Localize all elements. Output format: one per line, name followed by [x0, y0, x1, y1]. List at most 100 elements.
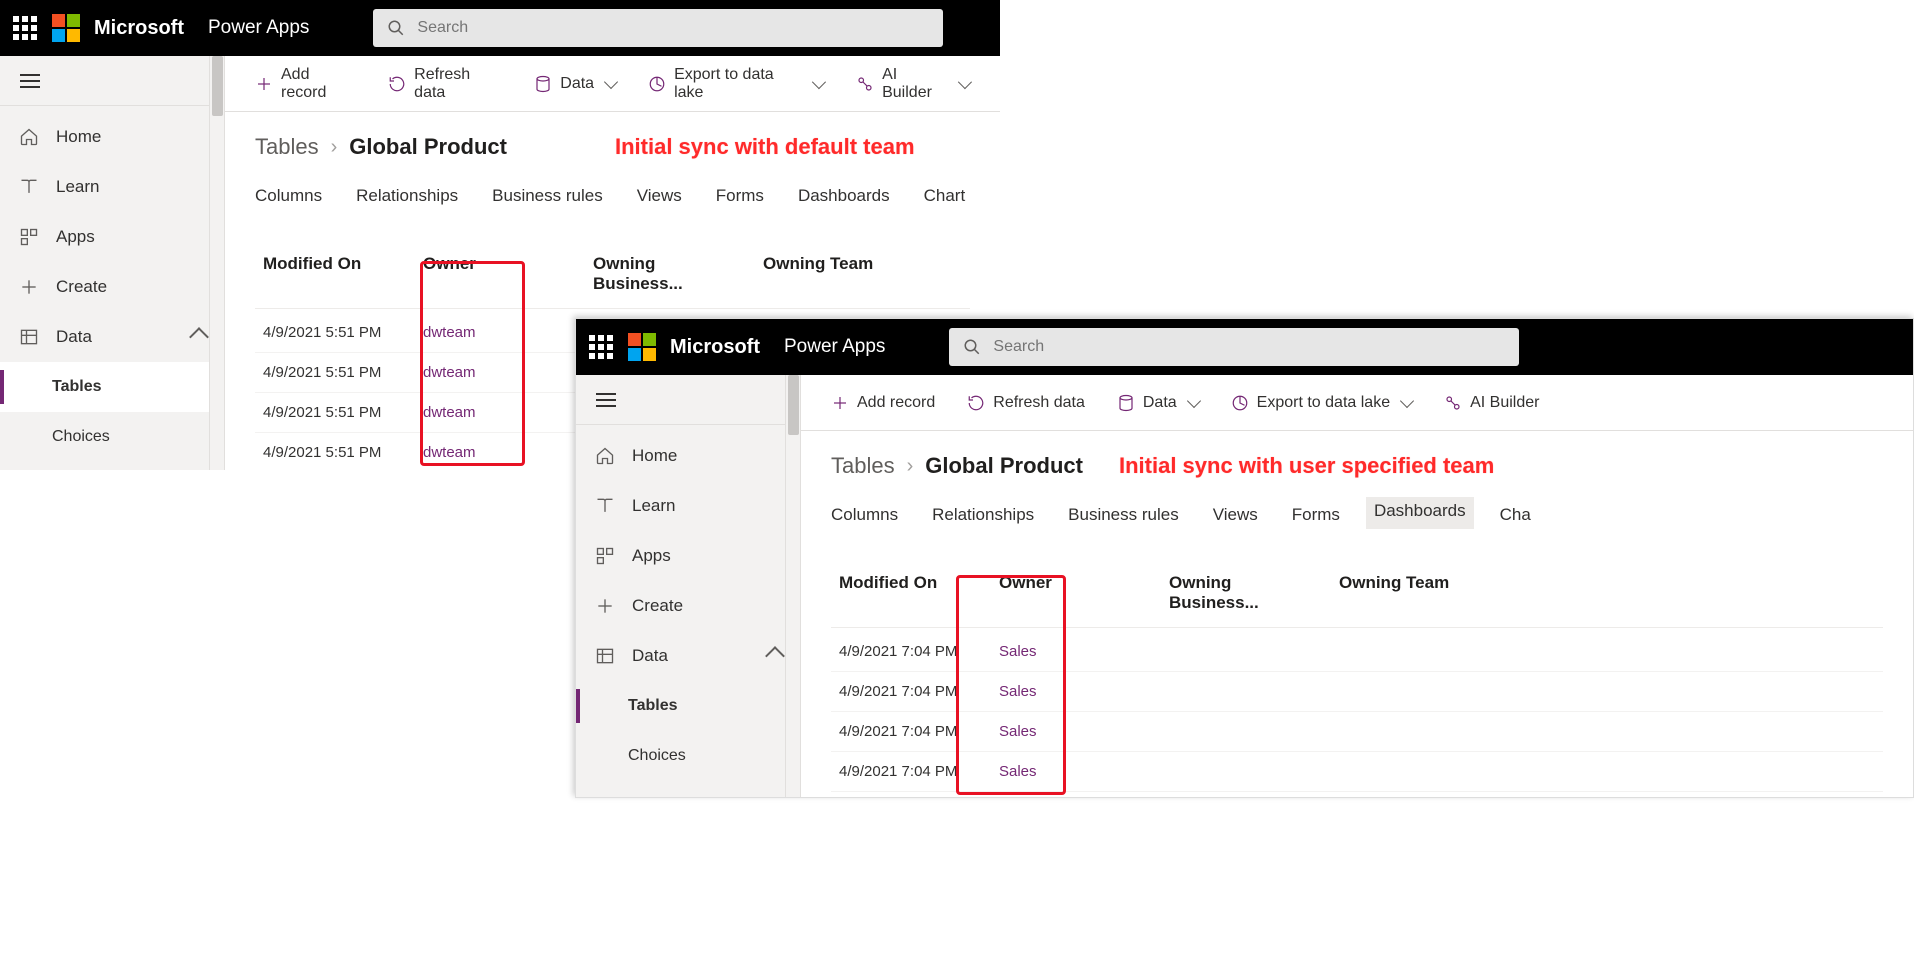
search-input[interactable] — [417, 19, 929, 37]
sidebar-item-label: Choices — [628, 747, 686, 765]
tab-forms[interactable]: Forms — [1292, 501, 1340, 529]
cmd-label: AI Builder — [1470, 394, 1539, 412]
tab-chart-truncated[interactable]: Cha — [1500, 501, 1531, 529]
ai-builder-dropdown[interactable]: AI Builder — [1432, 388, 1551, 418]
tab-forms[interactable]: Forms — [716, 182, 764, 210]
ai-builder-dropdown[interactable]: AI Builder — [844, 60, 982, 108]
search-input[interactable] — [993, 338, 1505, 356]
tab-business-rules[interactable]: Business rules — [492, 182, 603, 210]
tab-views[interactable]: Views — [1213, 501, 1258, 529]
refresh-data-button[interactable]: Refresh data — [376, 60, 514, 108]
cell-owner-link[interactable]: dwteam — [415, 440, 525, 465]
table-row[interactable]: 4/9/2021 7:04 PMSales — [831, 712, 1883, 752]
export-icon — [1231, 394, 1249, 412]
app-name-label: Power Apps — [784, 336, 885, 358]
refresh-data-button[interactable]: Refresh data — [955, 388, 1097, 418]
sidebar-item-tables[interactable]: Tables — [576, 681, 800, 731]
tab-relationships[interactable]: Relationships — [932, 501, 1034, 529]
tab-views[interactable]: Views — [637, 182, 682, 210]
cell-modified-on: 4/9/2021 5:51 PM — [255, 400, 415, 425]
tab-columns[interactable]: Columns — [831, 501, 898, 529]
tab-chart[interactable]: Chart — [924, 182, 966, 210]
sidebar: Home Learn Apps — [0, 56, 225, 470]
add-record-button[interactable]: Add record — [243, 60, 368, 108]
app-launcher-icon[interactable] — [12, 15, 38, 41]
table-icon — [594, 645, 616, 667]
cell-owner-link[interactable]: Sales — [991, 679, 1101, 704]
sidebar-item-label: Learn — [56, 177, 99, 197]
cell-modified-on: 4/9/2021 5:51 PM — [255, 360, 415, 385]
cell-owner-link[interactable]: Sales — [991, 759, 1101, 784]
sidebar-item-learn[interactable]: Learn — [0, 162, 224, 212]
sidebar: Home Learn Apps Create Data — [576, 375, 801, 797]
col-owning-team[interactable]: Owning Team — [1331, 569, 1461, 617]
breadcrumb-root[interactable]: Tables — [255, 134, 319, 160]
cmd-label: Refresh data — [993, 394, 1085, 412]
sidebar-scrollbar[interactable] — [785, 375, 800, 797]
sidebar-item-choices[interactable]: Choices — [576, 731, 800, 781]
cmd-label: AI Builder — [882, 66, 948, 102]
cell-owner-link[interactable]: Sales — [991, 719, 1101, 744]
sidebar-toggle[interactable] — [0, 56, 224, 106]
sidebar-item-label: Choices — [52, 428, 110, 446]
export-icon — [648, 75, 666, 93]
cell-owner-link[interactable]: Sales — [991, 639, 1101, 664]
tab-relationships[interactable]: Relationships — [356, 182, 458, 210]
data-dropdown[interactable]: Data — [522, 69, 628, 99]
home-icon — [18, 126, 40, 148]
col-owner[interactable]: Owner — [415, 250, 525, 298]
sidebar-toggle[interactable] — [576, 375, 800, 425]
plus-icon — [18, 276, 40, 298]
col-owning-bu[interactable]: Owning Business... — [1161, 569, 1331, 617]
command-bar: Add record Refresh data Data Export to d… — [801, 375, 1913, 431]
cell-owner-link[interactable]: dwteam — [415, 400, 525, 425]
data-dropdown[interactable]: Data — [1105, 388, 1211, 418]
table-row[interactable]: 4/9/2021 7:04 PMSales — [831, 672, 1883, 712]
sidebar-item-create[interactable]: Create — [0, 262, 224, 312]
col-owning-bu[interactable]: Owning Business... — [585, 250, 755, 298]
microsoft-logo-icon — [52, 14, 80, 42]
sidebar-item-data[interactable]: Data — [576, 631, 800, 681]
annotation-default-team: Initial sync with default team — [615, 134, 915, 160]
search-box[interactable] — [373, 9, 943, 47]
tab-columns[interactable]: Columns — [255, 182, 322, 210]
chevron-down-icon — [812, 75, 826, 89]
cell-owner-link[interactable]: dwteam — [415, 360, 525, 385]
sidebar-item-label: Tables — [52, 378, 102, 396]
export-dropdown[interactable]: Export to data lake — [1219, 388, 1424, 418]
tab-dashboards[interactable]: Dashboards — [1366, 497, 1474, 529]
plus-icon — [831, 394, 849, 412]
sidebar-item-home[interactable]: Home — [0, 112, 224, 162]
search-box[interactable] — [949, 328, 1519, 366]
sidebar-scrollbar[interactable] — [209, 56, 224, 470]
tab-dashboards[interactable]: Dashboards — [798, 182, 890, 210]
export-dropdown[interactable]: Export to data lake — [636, 60, 836, 108]
sidebar-item-choices[interactable]: Choices — [0, 412, 224, 462]
col-owner[interactable]: Owner — [991, 569, 1101, 617]
sidebar-item-data[interactable]: Data — [0, 312, 224, 362]
table-row[interactable]: 4/9/2021 7:04 PMSales — [831, 632, 1883, 672]
sidebar-item-apps[interactable]: Apps — [0, 212, 224, 262]
sidebar-item-apps[interactable]: Apps — [576, 531, 800, 581]
app-launcher-icon[interactable] — [588, 334, 614, 360]
sidebar-item-label: Create — [632, 596, 683, 616]
cell-owner-link[interactable]: dwteam — [415, 320, 525, 345]
breadcrumb-current: Global Product — [349, 134, 507, 160]
sidebar-item-create[interactable]: Create — [576, 581, 800, 631]
col-modified-on[interactable]: Modified On — [831, 569, 991, 617]
breadcrumb-root[interactable]: Tables — [831, 453, 895, 479]
chevron-up-icon — [189, 327, 209, 347]
sidebar-item-label: Home — [632, 446, 677, 466]
table-row[interactable]: 4/9/2021 7:04 PMSales — [831, 752, 1883, 792]
refresh-icon — [388, 75, 406, 93]
col-modified-on[interactable]: Modified On — [255, 250, 415, 298]
sidebar-item-tables[interactable]: Tables — [0, 362, 224, 412]
sidebar-item-home[interactable]: Home — [576, 431, 800, 481]
sidebar-item-learn[interactable]: Learn — [576, 481, 800, 531]
add-record-button[interactable]: Add record — [819, 388, 947, 418]
cmd-label: Export to data lake — [674, 66, 802, 102]
cmd-label: Data — [1143, 394, 1177, 412]
col-owning-team[interactable]: Owning Team — [755, 250, 885, 298]
tab-business-rules[interactable]: Business rules — [1068, 501, 1179, 529]
sidebar-item-label: Learn — [632, 496, 675, 516]
